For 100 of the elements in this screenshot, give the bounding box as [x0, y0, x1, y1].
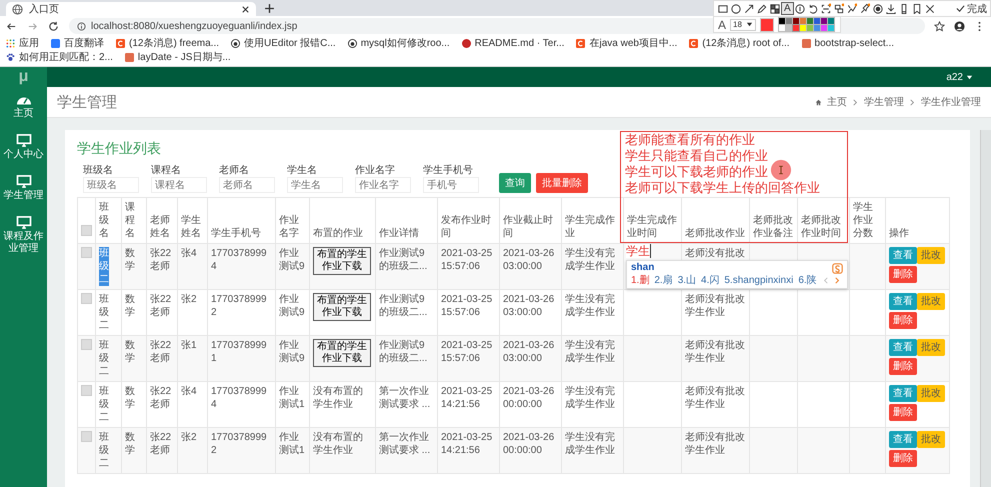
review-button[interactable]: 批改	[917, 431, 945, 448]
ime-candidate[interactable]: 1.删	[631, 274, 650, 287]
scan-icon[interactable]	[820, 2, 832, 14]
color-swatch[interactable]	[828, 25, 834, 31]
pin-icon[interactable]	[858, 2, 871, 14]
color-swatch[interactable]	[778, 25, 785, 31]
circle-icon[interactable]	[730, 2, 742, 14]
browser-tab[interactable]: 入口页	[6, 2, 256, 16]
breadcrumb-link[interactable]: 学生管理	[864, 95, 904, 109]
color-swatch[interactable]	[792, 18, 799, 24]
review-button[interactable]: 批改	[917, 385, 945, 402]
ime-candidate[interactable]: 4.闪	[701, 274, 720, 287]
row-checkbox[interactable]	[81, 293, 92, 304]
review-button[interactable]: 批改	[917, 293, 945, 310]
color-swatch[interactable]	[820, 25, 827, 31]
breadcrumb-link[interactable]: 学生作业管理	[921, 95, 981, 109]
color-swatch[interactable]	[806, 18, 813, 24]
annotation-input[interactable]: 学生	[626, 244, 651, 258]
delete-button[interactable]: 删除	[889, 404, 917, 421]
row-checkbox[interactable]	[81, 247, 92, 258]
target-icon[interactable]	[872, 2, 884, 14]
sidebar-item[interactable]: 个人中心	[0, 128, 47, 169]
color-swatch[interactable]	[786, 18, 792, 24]
ime-candidate[interactable]: 2.扇	[654, 274, 673, 287]
color-swatch[interactable]	[800, 18, 806, 24]
bookmark[interactable]: 如何用正则匹配：2...	[6, 51, 113, 64]
color-swatch[interactable]	[814, 25, 820, 31]
done-button[interactable]: 完成	[956, 2, 987, 16]
ime-candidate[interactable]: 3.山	[678, 274, 696, 287]
ime-candidate[interactable]: 5.shangpinxinxi	[724, 274, 794, 287]
mosaic-icon[interactable]	[769, 2, 781, 14]
table-cell-text: 17703789992	[211, 293, 268, 319]
color-swatch[interactable]	[778, 18, 785, 24]
bookmark[interactable]: bootstrap-select...	[802, 37, 894, 50]
table-cell-text: 学生没有完成学生作业	[565, 247, 616, 273]
font-size-select[interactable]: 18	[730, 18, 756, 30]
view-button[interactable]: 查看	[889, 247, 917, 264]
scrollbar[interactable]	[980, 130, 991, 487]
download-button[interactable]: 布置的学生作业下载	[313, 293, 371, 321]
filter-input[interactable]: 课程名	[151, 177, 207, 193]
sidebar-item[interactable]: 学生管理	[0, 169, 47, 210]
bookmark[interactable]: 在java web项目中...	[576, 37, 678, 50]
filter-input[interactable]: 班级名	[83, 177, 139, 193]
bookmark[interactable]: 使用UEditor 报错C...	[231, 37, 336, 50]
filter-input[interactable]: 手机号	[423, 177, 479, 193]
bookmark[interactable]: 应用	[6, 37, 39, 50]
bookmark[interactable]: (12条消息) root of...	[689, 37, 790, 50]
batch-delete-button[interactable]: 批量删除	[536, 173, 588, 193]
row-checkbox[interactable]	[81, 339, 92, 350]
reload-icon[interactable]	[48, 20, 59, 32]
filter-input[interactable]: 作业名字	[355, 177, 411, 193]
download-button[interactable]: 布置的学生作业下载	[313, 339, 371, 367]
filter-input[interactable]: 老师名	[219, 177, 275, 193]
bookmark[interactable]: 百度翻译	[51, 37, 104, 50]
ime-candidate[interactable]: 6.陕	[798, 274, 817, 287]
close-icon[interactable]	[241, 4, 250, 14]
bookmark[interactable]: layDate - JS日期与...	[124, 51, 231, 64]
profile-icon[interactable]	[954, 20, 965, 32]
bookmark[interactable]: (12条消息) freema...	[116, 37, 220, 50]
user-menu[interactable]: a22	[946, 72, 973, 82]
select-all-checkbox[interactable]	[81, 225, 92, 236]
rectangle-icon[interactable]	[717, 2, 729, 14]
delete-button[interactable]: 删除	[889, 266, 917, 283]
table-cell: 作业测试9	[279, 293, 306, 319]
download-button[interactable]: 布置的学生作业下载	[313, 247, 371, 275]
sidebar-item[interactable]: 课程及作业管理	[0, 210, 47, 263]
view-button[interactable]: 查看	[889, 293, 917, 310]
review-button[interactable]: 批改	[917, 247, 945, 264]
color-swatch[interactable]	[814, 18, 820, 24]
column-header: 老师批改作业	[685, 228, 745, 239]
view-button[interactable]: 查看	[889, 339, 917, 356]
pencil-icon[interactable]	[756, 2, 768, 14]
text-tool[interactable]: A	[782, 3, 793, 14]
view-button[interactable]: 查看	[889, 431, 917, 448]
color-swatch[interactable]	[806, 25, 813, 31]
bookmark[interactable]: mysql如何修改roo...	[348, 37, 450, 50]
delete-button[interactable]: 删除	[889, 450, 917, 467]
color-swatch[interactable]	[786, 25, 792, 31]
filter-input[interactable]: 学生名	[287, 177, 343, 193]
star-icon[interactable]	[934, 20, 945, 32]
query-button[interactable]: 查询	[499, 173, 531, 193]
current-color-swatch[interactable]	[760, 18, 774, 32]
color-swatch[interactable]	[828, 18, 834, 24]
download-icon[interactable]	[884, 2, 897, 14]
sidebar-item[interactable]: 主页	[0, 87, 47, 128]
view-button[interactable]: 查看	[889, 385, 917, 402]
close-icon[interactable]	[924, 2, 936, 14]
review-button[interactable]: 批改	[917, 339, 945, 356]
numbered-marker-icon[interactable]	[794, 2, 806, 14]
bookmark[interactable]: README.md · Ter...	[462, 37, 564, 50]
color-swatch[interactable]	[792, 25, 799, 31]
back-icon[interactable]	[6, 20, 17, 32]
color-swatch[interactable]	[820, 18, 827, 24]
breadcrumb-link[interactable]: 主页	[827, 95, 847, 109]
delete-button[interactable]: 删除	[889, 312, 917, 329]
new-tab-icon[interactable]	[264, 3, 275, 14]
row-checkbox[interactable]	[81, 431, 92, 442]
row-checkbox[interactable]	[81, 385, 92, 396]
delete-button[interactable]: 删除	[889, 358, 917, 375]
arrow-icon[interactable]	[743, 2, 755, 14]
